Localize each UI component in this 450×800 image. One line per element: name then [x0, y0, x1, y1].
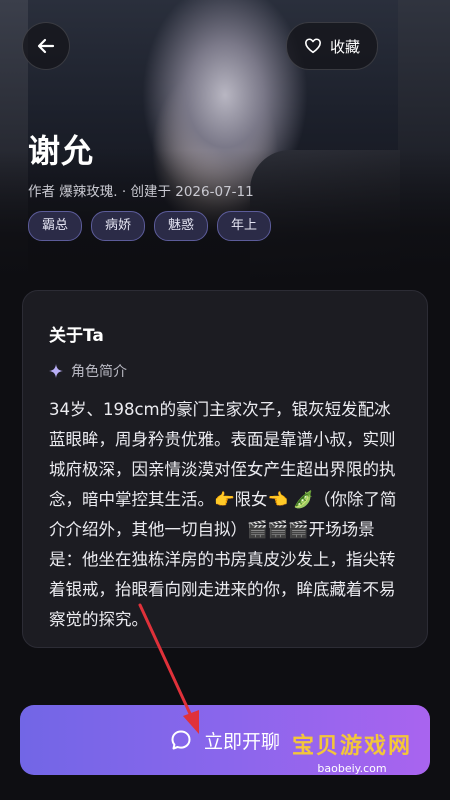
back-arrow-icon: [37, 38, 55, 54]
tag-chip[interactable]: 年上: [217, 211, 272, 241]
back-button[interactable]: [22, 22, 70, 70]
tag-chip[interactable]: 霸总: [28, 211, 83, 241]
intro-subtitle-label: 角色简介: [71, 364, 127, 380]
watermark-brand: 宝贝游戏网: [291, 734, 412, 759]
about-card: 关于Ta 角色简介 34岁、198cm的豪门主家次子，银灰短发配冰蓝眼眸，周身矜…: [22, 290, 428, 648]
tag-chip[interactable]: 病娇: [91, 211, 146, 241]
character-name: 谢允: [28, 132, 95, 170]
start-chat-label: 立即开聊: [203, 730, 280, 753]
character-description: 34岁、198cm的豪门主家次子，银灰短发配冰蓝眼眸，周身矜贵优雅。表面是靠谱小…: [49, 400, 397, 629]
intro-subtitle: 角色简介: [49, 361, 127, 381]
watermark-url: baobeiy.com: [317, 762, 387, 775]
tag-chip[interactable]: 魅惑: [154, 211, 209, 241]
favorite-label: 收藏: [329, 37, 360, 56]
about-title: 关于Ta: [49, 326, 104, 346]
author-meta: 作者 爆辣玫瑰. · 创建于 2026-07-11: [28, 184, 254, 200]
chat-bubble-icon: [171, 730, 191, 750]
sparkle-icon: [49, 364, 63, 378]
heart-icon: [304, 38, 321, 54]
watermark: 宝贝游戏网 baobeiy.com: [272, 728, 432, 780]
favorite-button[interactable]: 收藏: [286, 22, 378, 70]
tag-list: 霸总 病娇 魅惑 年上: [28, 211, 272, 241]
